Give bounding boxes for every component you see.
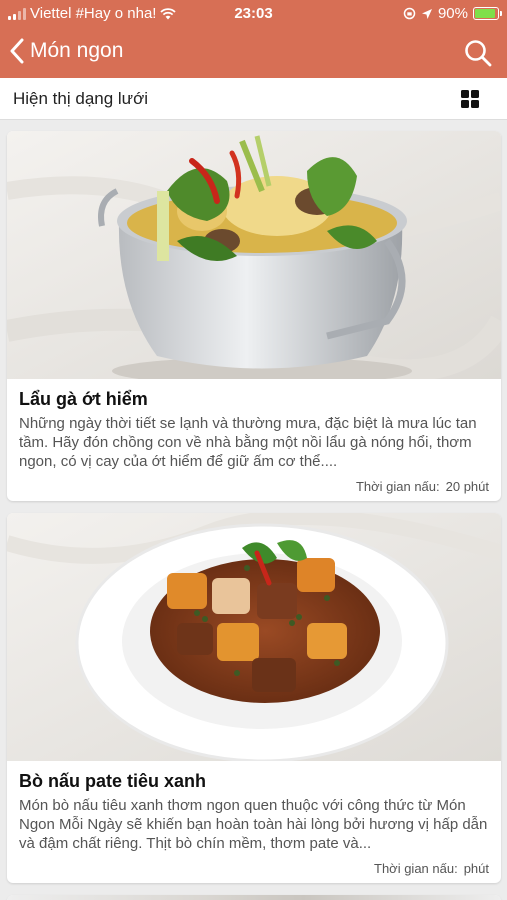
page-title: Món ngon [30,39,124,62]
recipe-image-chicken-hotpot [7,131,501,379]
recipe-image-partial [7,895,501,900]
recipe-card-partial[interactable] [7,895,501,900]
cooking-time: Thời gian nấu: phút [7,853,501,876]
location-icon [421,8,432,19]
view-mode-label: Hiện thị dạng lưới [13,89,148,108]
recipe-title: Bò nấu pate tiêu xanh [19,771,207,791]
battery-level [475,9,495,18]
cooking-time: Thời gian nấu: 20 phút [7,471,501,494]
cooking-time-value: phút [463,861,489,876]
search-button[interactable] [463,38,493,68]
cooking-time-value: 20 phút [445,479,489,494]
back-button[interactable]: Món ngon [10,38,123,64]
recipe-title: Lẩu gà ớt hiểm [19,389,148,409]
lock-rotation-icon [403,7,416,20]
recipe-image-beef-pate [7,513,501,761]
battery-percent: 90% [437,5,468,22]
recipe-description: Những ngày thời tiết se lạnh và thường m… [19,415,477,470]
grid-view-button[interactable] [461,90,479,108]
recipe-description: Món bò nấu tiêu xanh thơm ngon quen thuộ… [19,797,488,852]
status-bar: Viettel #Hay o nha! 23:03 90% [0,0,507,30]
search-icon [465,40,492,67]
battery-icon [473,7,502,20]
grid-icon [461,90,479,108]
status-right: 90% [403,5,502,22]
navigation-bar: Món ngon [0,30,507,78]
view-toggle-bar: Hiện thị dạng lưới [0,78,507,120]
cooking-time-label: Thời gian nấu: [374,861,458,876]
recipe-card[interactable]: Bò nấu pate tiêu xanh Món bò nấu tiêu xa… [7,513,501,883]
recipe-card[interactable]: Lẩu gà ớt hiểm Những ngày thời tiết se l… [7,131,501,501]
chevron-left-icon [10,38,24,64]
cooking-time-label: Thời gian nấu: [355,479,440,494]
